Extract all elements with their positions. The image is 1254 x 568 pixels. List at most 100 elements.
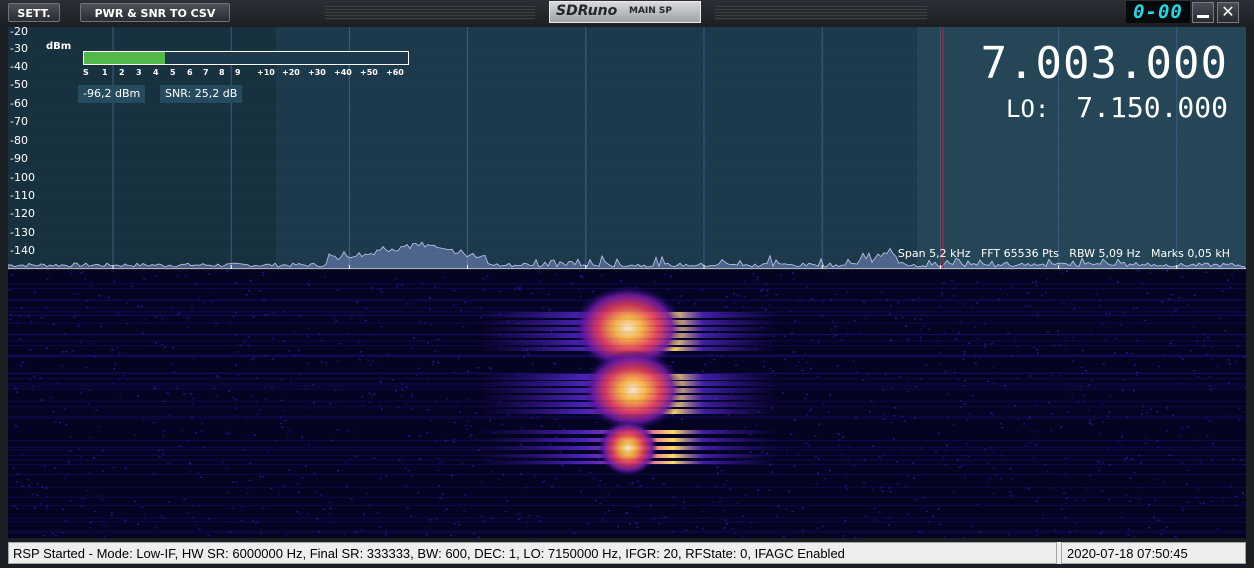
- noise-speck: [1133, 364, 1136, 366]
- noise-speck: [1211, 346, 1214, 348]
- noise-speck: [1193, 370, 1196, 372]
- status-bar: RSP Started - Mode: Low-IF, HW SR: 60000…: [8, 542, 1246, 564]
- noise-speck: [235, 407, 237, 410]
- noise-speck: [1185, 483, 1188, 486]
- noise-speck: [862, 301, 865, 303]
- noise-speck: [21, 453, 24, 456]
- dbm-tick: -50: [10, 78, 28, 91]
- dbm-axis: -20 -30 -40 -50 -60 -70 -80 -90 -100 -11…: [8, 27, 46, 269]
- noise-speck: [1035, 404, 1038, 406]
- noise-speck: [992, 492, 995, 495]
- dbm-tick: -20: [10, 27, 28, 38]
- noise-speck: [184, 275, 187, 277]
- noise-speck: [1085, 370, 1088, 372]
- noise-speck: [1050, 374, 1053, 377]
- noise-speck: [1242, 501, 1245, 503]
- noise-speck: [1036, 349, 1038, 351]
- noise-speck: [735, 364, 738, 366]
- noise-speck: [965, 442, 968, 445]
- noise-speck: [541, 481, 544, 483]
- noise-speck: [844, 485, 847, 487]
- noise-speck: [1102, 462, 1105, 464]
- noise-speck: [34, 292, 37, 294]
- noise-speck: [201, 422, 204, 424]
- noise-speck: [437, 458, 440, 460]
- s-meter-unit: dBm: [46, 41, 72, 52]
- noise-speck: [790, 332, 793, 334]
- minimize-button[interactable]: [1192, 2, 1214, 23]
- noise-speck: [822, 403, 825, 406]
- noise-speck: [869, 410, 872, 413]
- noise-speck: [155, 275, 158, 278]
- noise-speck: [486, 275, 489, 277]
- noise-speck: [334, 389, 337, 391]
- noise-speck: [1087, 409, 1090, 411]
- noise-speck: [801, 507, 804, 509]
- noise-speck: [443, 276, 446, 279]
- noise-speck: [1097, 461, 1100, 463]
- noise-speck: [82, 270, 85, 273]
- noise-speck: [152, 422, 155, 424]
- noise-speck: [744, 494, 747, 496]
- noise-speck: [952, 295, 955, 297]
- noise-speck: [1181, 276, 1184, 278]
- close-button[interactable]: ✕: [1217, 2, 1239, 23]
- noise-speck: [1071, 397, 1074, 399]
- noise-speck: [1123, 379, 1126, 381]
- noise-speck: [415, 374, 418, 376]
- noise-speck: [793, 465, 796, 467]
- noise-speck: [837, 433, 840, 435]
- noise-speck: [252, 316, 255, 318]
- noise-speck: [1136, 270, 1139, 272]
- noise-speck: [89, 285, 92, 288]
- noise-speck: [191, 402, 194, 405]
- noise-speck: [458, 503, 461, 505]
- noise-speck: [1181, 427, 1184, 430]
- noise-speck: [617, 525, 619, 528]
- noise-speck: [926, 510, 928, 513]
- s-meter-scale-label: 2: [119, 68, 125, 77]
- dbm-tick: -90: [10, 152, 28, 165]
- noise-speck: [578, 367, 581, 370]
- noise-speck: [313, 472, 316, 474]
- noise-speck: [97, 425, 100, 428]
- noise-speck: [1211, 358, 1214, 360]
- noise-speck: [519, 443, 522, 446]
- noise-speck: [1217, 365, 1220, 367]
- noise-speck: [709, 361, 712, 364]
- noise-speck: [999, 478, 1002, 480]
- noise-speck: [367, 359, 369, 361]
- noise-speck: [247, 434, 250, 437]
- noise-speck: [727, 414, 730, 416]
- noise-speck: [118, 352, 121, 354]
- title-bar-grip-right[interactable]: [715, 6, 927, 20]
- noise-speck: [992, 367, 995, 369]
- noise-speck: [405, 485, 408, 487]
- noise-speck: [1011, 285, 1014, 288]
- lo-frequency[interactable]: 7.150.000: [1076, 93, 1228, 123]
- noise-speck: [960, 465, 963, 467]
- settings-button[interactable]: SETT.: [8, 3, 60, 22]
- noise-speck: [1010, 495, 1013, 497]
- noise-speck: [730, 393, 733, 395]
- noise-speck: [654, 281, 657, 283]
- noise-speck: [810, 367, 813, 370]
- pwr-snr-to-csv-button[interactable]: PWR & SNR TO CSV: [80, 3, 230, 22]
- noise-speck: [743, 280, 746, 282]
- noise-speck: [1000, 422, 1003, 425]
- noise-speck: [963, 536, 965, 538]
- noise-speck: [725, 479, 728, 481]
- noise-speck: [841, 453, 844, 455]
- noise-speck: [761, 289, 764, 291]
- noise-speck: [1083, 499, 1086, 502]
- title-bar-grip-left[interactable]: [325, 6, 535, 20]
- noise-speck: [677, 302, 680, 304]
- vfo-frequency[interactable]: 7.003.000: [981, 41, 1228, 87]
- waterfall-display[interactable]: [8, 270, 1246, 538]
- noise-speck: [724, 519, 727, 521]
- noise-speck: [555, 273, 558, 276]
- noise-speck: [1216, 528, 1219, 530]
- spectrum-display[interactable]: -20 -30 -40 -50 -60 -70 -80 -90 -100 -11…: [8, 27, 1246, 269]
- noise-speck: [203, 301, 206, 304]
- noise-speck: [284, 533, 287, 536]
